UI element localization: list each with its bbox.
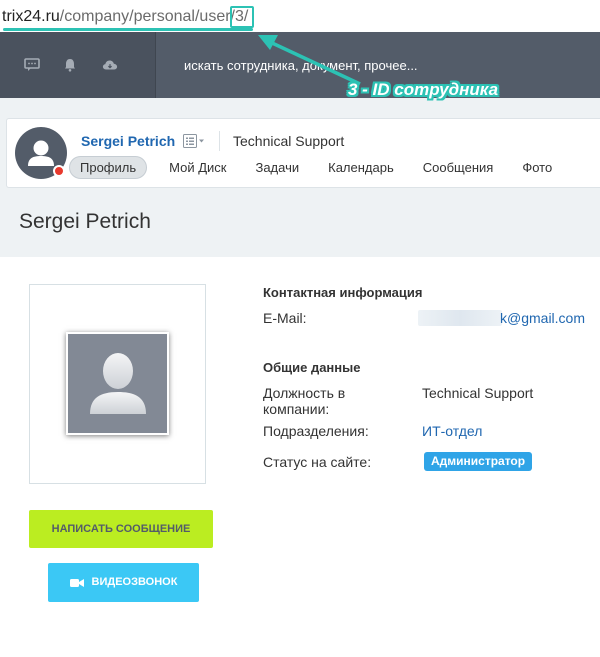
header-user-name[interactable]: Sergei Petrich [81, 133, 175, 149]
annotation-label: 3 - ID сотрудника [348, 80, 499, 99]
tab-profile[interactable]: Профиль [69, 155, 148, 179]
tab-calendar[interactable]: Календарь [316, 156, 406, 179]
profile-photo[interactable] [66, 332, 169, 435]
profile-tabs: Профиль Мой Диск Задачи Календарь Сообще… [69, 155, 569, 179]
department-value[interactable]: ИТ-отдел [422, 423, 482, 439]
department-label: Подразделения: [263, 423, 369, 439]
send-message-button[interactable]: НАПИСАТЬ СООБЩЕНИЕ [29, 510, 213, 548]
chat-icon[interactable] [24, 58, 40, 72]
status-dot [53, 165, 65, 177]
position-value: Technical Support [422, 385, 534, 401]
profile-main-panel: НАПИСАТЬ СООБЩЕНИЕ ВИДЕОЗВОНОК Контактна… [0, 257, 600, 657]
url-path: /company/personal/user/ [59, 8, 235, 25]
global-search-input[interactable]: искать сотрудника, документ, прочее... [184, 58, 418, 73]
profile-header-card: Sergei Petrich Technical Support Профиль… [6, 118, 600, 188]
tab-messages[interactable]: Сообщения [411, 156, 506, 179]
email-label: E-Mail: [263, 310, 307, 326]
bell-icon[interactable] [62, 58, 78, 72]
user-silhouette-icon [90, 353, 146, 414]
profile-photo-frame [29, 284, 206, 484]
address-bar[interactable]: trix24.ru/company/personal/user/3/ [0, 0, 600, 32]
url-text[interactable]: trix24.ru/company/personal/user/3/ [2, 8, 248, 26]
status-badge: Администратор [424, 452, 533, 471]
header-divider [219, 131, 220, 151]
url-host: trix24.ru [2, 8, 60, 25]
video-call-label: ВИДЕОЗВОНОК [91, 576, 178, 588]
contact-section-title: Контактная информация [263, 285, 423, 300]
email-value[interactable]: k@gmail.com [500, 310, 585, 326]
tab-photo[interactable]: Фото [510, 156, 564, 179]
url-highlight-underline [3, 28, 253, 31]
cloud-icon[interactable] [102, 58, 118, 72]
tab-my-drive[interactable]: Мой Диск [157, 156, 238, 179]
tab-tasks[interactable]: Задачи [243, 156, 311, 179]
video-call-button[interactable]: ВИДЕОЗВОНОК [48, 563, 199, 602]
header-department: Technical Support [233, 133, 345, 149]
page-title: Sergei Petrich [19, 210, 151, 233]
video-camera-icon [69, 578, 84, 587]
menu-list-icon[interactable] [183, 133, 209, 154]
email-redacted-area [418, 310, 502, 326]
top-navigation-bar: искать сотрудника, документ, прочее... [0, 32, 600, 98]
user-id-highlight-box [230, 6, 254, 28]
status-label: Статус на сайте: [263, 454, 372, 470]
position-label: Должность в компании: [263, 385, 346, 417]
general-section-title: Общие данные [263, 360, 361, 375]
topbar-icons-panel [0, 32, 156, 98]
